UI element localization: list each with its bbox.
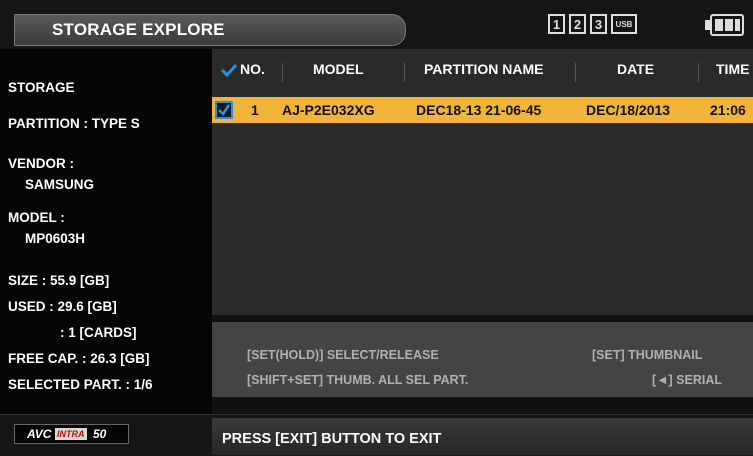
col-model[interactable]: MODEL (313, 61, 364, 77)
help-thumb-all: [SHIFT+SET] THUMB. ALL SEL PART. (247, 373, 469, 387)
storage-explore-screen: STORAGE EXPLORE 1 2 3 USB STORAGE PARTIT… (0, 0, 753, 456)
partition-table: NO. MODEL PARTITION NAME DATE TIME 1 AJ-… (212, 49, 753, 315)
badge-avc: AVC (27, 427, 52, 441)
col-partition-name[interactable]: PARTITION NAME (424, 61, 544, 77)
selected-partition: SELECTED PART. : 1/6 (8, 377, 153, 392)
cell-model: AJ-P2E032XG (282, 102, 375, 118)
select-all-check-icon[interactable] (220, 63, 238, 77)
column-divider (404, 63, 405, 82)
row-checkbox[interactable] (215, 101, 233, 119)
help-serial: [◄] SERIAL (652, 373, 723, 387)
badge-number: 50 (93, 427, 107, 441)
page-title: STORAGE EXPLORE (52, 20, 225, 39)
cell-date: DEC/18/2013 (586, 102, 671, 118)
col-date[interactable]: DATE (617, 61, 654, 77)
cell-no: 1 (251, 102, 259, 118)
cell-partition-name: DEC18-13 21-06-45 (416, 102, 542, 118)
help-thumbnail: [SET] THUMBNAIL (592, 348, 703, 362)
partition-type: PARTITION : TYPE S (8, 116, 140, 131)
col-time[interactable]: TIME (716, 61, 749, 77)
column-divider (282, 63, 283, 82)
column-divider (698, 63, 699, 82)
battery-icon (705, 14, 744, 36)
col-no[interactable]: NO. (240, 61, 265, 77)
vendor-label: VENDOR : (8, 156, 75, 171)
help-select-release: [SET(HOLD)] SELECT/RELEASE (247, 348, 439, 362)
free-capacity: FREE CAP. : 26.3 [GB] (8, 351, 150, 366)
model-label: MODEL : (8, 210, 65, 225)
slot-1-indicator: 1 (548, 14, 565, 34)
cell-time: 21:06 (710, 102, 746, 118)
usb-indicator: USB (611, 14, 637, 34)
used-cards: : 1 [CARDS] (60, 325, 137, 340)
table-header: NO. MODEL PARTITION NAME DATE TIME (212, 61, 753, 83)
model-value: MP0603H (25, 231, 86, 246)
checkmark-icon (218, 104, 230, 116)
column-divider (575, 63, 576, 82)
slot-2-indicator: 2 (569, 14, 586, 34)
table-row[interactable]: 1 AJ-P2E032XG DEC18-13 21-06-45 DEC/18/2… (212, 97, 753, 123)
avc-intra-badge: AVC INTRA 50 (14, 424, 129, 444)
storage-heading: STORAGE (8, 80, 75, 95)
size-value: SIZE : 55.9 [GB] (8, 273, 110, 288)
used-value: USED : 29.6 [GB] (8, 299, 117, 314)
exit-instruction: PRESS [EXIT] BUTTON TO EXIT (222, 431, 442, 447)
slot-3-indicator: 3 (590, 14, 607, 34)
badge-intra: INTRA (55, 428, 87, 440)
vendor-value: SAMSUNG (25, 177, 95, 192)
